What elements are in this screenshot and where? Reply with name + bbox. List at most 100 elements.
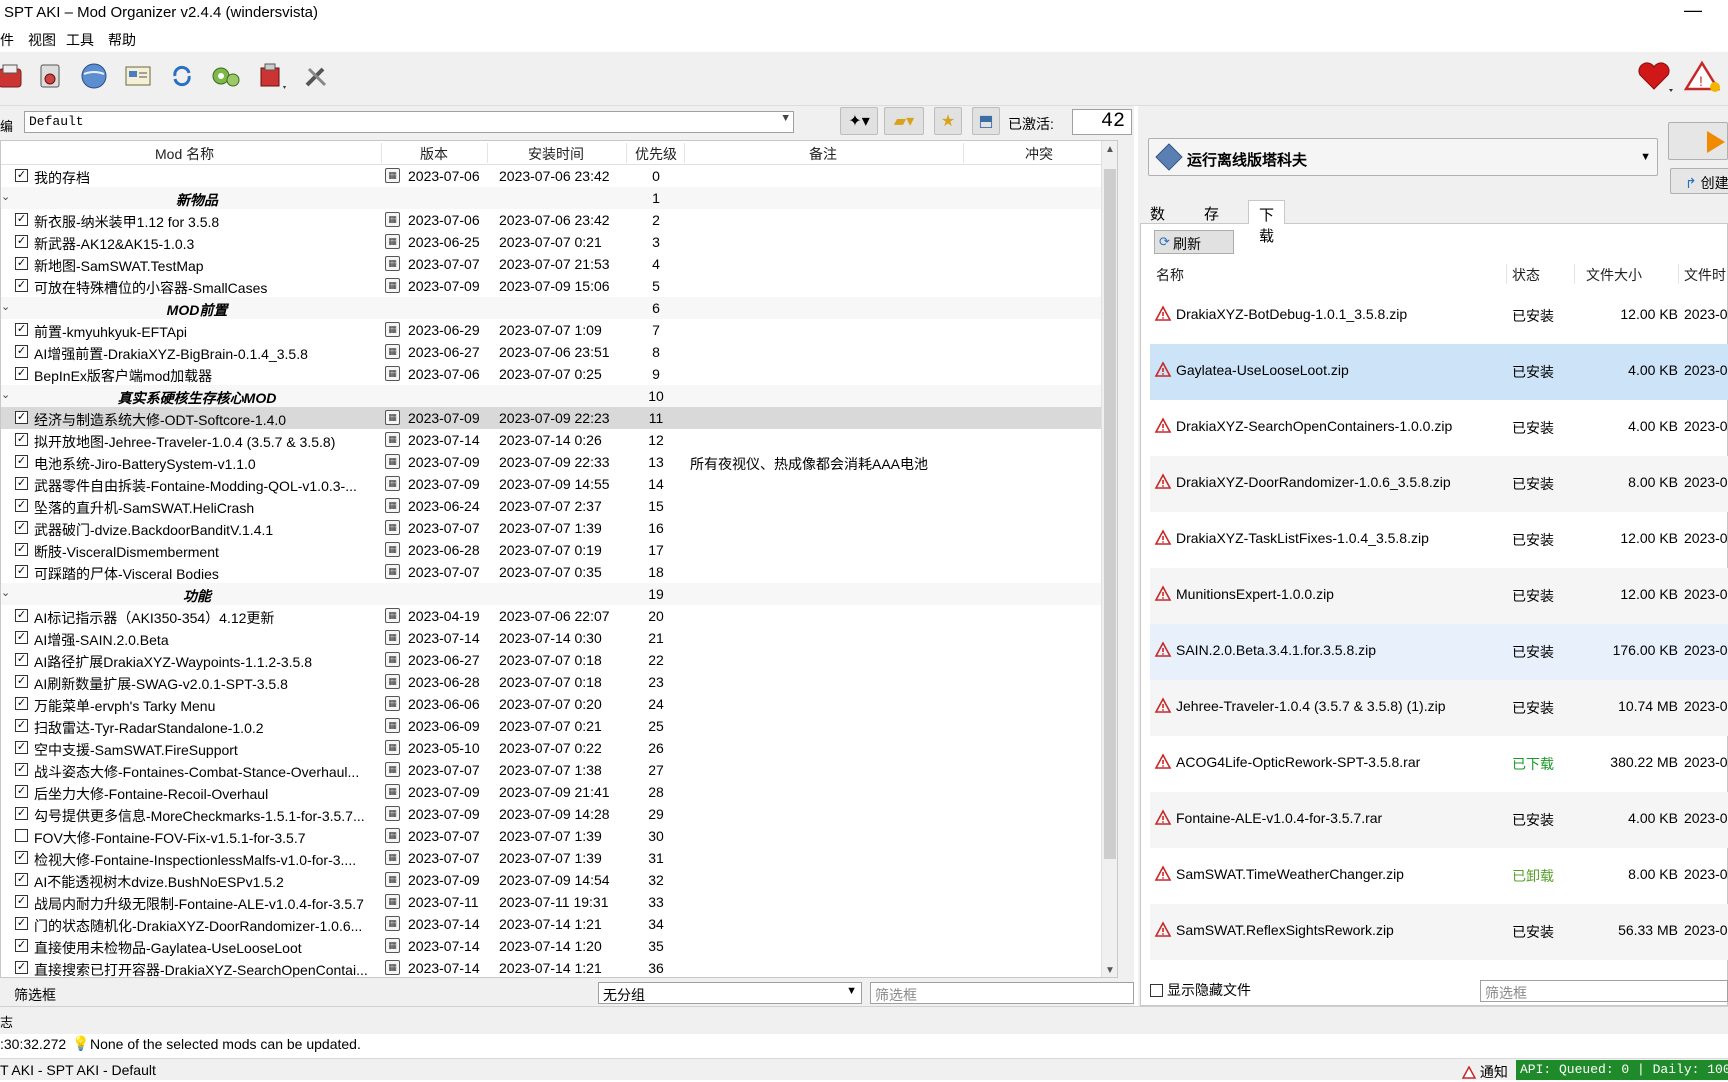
- mod-enabled-checkbox[interactable]: ✓: [15, 521, 28, 534]
- profile-select[interactable]: Default ▼: [24, 111, 794, 133]
- executable-select[interactable]: 运行离线版塔科夫 ▼: [1148, 138, 1658, 176]
- restore-backup-button[interactable]: ★: [934, 107, 962, 135]
- mod-enabled-checkbox[interactable]: ✓: [15, 939, 28, 952]
- mod-enabled-checkbox[interactable]: ✓: [15, 961, 28, 974]
- mod-enabled-checkbox[interactable]: ✓: [15, 785, 28, 798]
- mod-row[interactable]: ✓ 武器破门-dvize.BackdoorBanditV.1.4.1 ▦ 2023-0…: [1, 517, 1115, 539]
- separator-row[interactable]: ⌄ MOD前置 6: [1, 297, 1115, 319]
- mod-row[interactable]: ✓ 检视大修-Fontaine-InspectionlessMalfs-v1.0-…: [1, 847, 1115, 869]
- mod-row[interactable]: ✓ AI标记指示器（AKI350-354）4.12更新 ▦ 2023-04-19 202…: [1, 605, 1115, 627]
- mod-filter-input[interactable]: 筛选框: [870, 982, 1134, 1004]
- mod-row[interactable]: ✓ 电池系统-Jiro-BatterySystem-v1.1.0 ▦ 2023-07-…: [1, 451, 1115, 473]
- column-notes[interactable]: 备注: [809, 144, 837, 164]
- mod-row[interactable]: ✓ 勾号提供更多信息-MoreCheckmarks-1.5.1-for-3.5.7…: [1, 803, 1115, 825]
- mod-enabled-checkbox[interactable]: ✓: [15, 851, 28, 864]
- mod-enabled-checkbox[interactable]: ✓: [15, 257, 28, 270]
- mod-enabled-checkbox[interactable]: ✓: [15, 213, 28, 226]
- column-conflicts[interactable]: 冲突: [1025, 144, 1053, 164]
- mod-row[interactable]: ✓ AI刷新数量扩展-SWAG-v2.0.1-SPT-3.5.8 ▦ 2023-06-…: [1, 671, 1115, 693]
- mod-enabled-checkbox[interactable]: ✓: [15, 675, 28, 688]
- mod-row[interactable]: ✓ 断肢-VisceralDismemberment ▦ 2023-06-28 2023…: [1, 539, 1115, 561]
- refresh-icon[interactable]: [164, 58, 200, 94]
- wrench-icon[interactable]: [298, 58, 334, 94]
- mod-enabled-checkbox[interactable]: ✓: [15, 697, 28, 710]
- mod-row[interactable]: ✓ AI不能透视树木dvize.BushNoESPv1.5.2 ▦ 2023-07-0…: [1, 869, 1115, 891]
- mod-enabled-checkbox[interactable]: [15, 829, 28, 842]
- download-row[interactable]: DrakiaXYZ-BotDebug-1.0.1_3.5.8.zip 已安装 12.…: [1150, 288, 1728, 344]
- mod-enabled-checkbox[interactable]: ✓: [15, 565, 28, 578]
- mod-enabled-checkbox[interactable]: ✓: [15, 323, 28, 336]
- mod-row[interactable]: ✓ BepInEx版客户端mod加载器 ▦ 2023-07-06 2023-07-07 …: [1, 363, 1115, 385]
- mod-enabled-checkbox[interactable]: ✓: [15, 719, 28, 732]
- mod-row[interactable]: ✓ 可放在特殊槽位的小容器-SmallCases ▦ 2023-07-09 2023-0…: [1, 275, 1115, 297]
- mod-row[interactable]: FOV大修-Fontaine-FOV-Fix-v1.5.1-for-3.5.7 ▦…: [1, 825, 1115, 847]
- separator-row[interactable]: ⌄ 功能 19: [1, 583, 1115, 605]
- mod-row[interactable]: ✓ 直接搜索已打开容器-DrakiaXYZ-SearchOpenContai...…: [1, 957, 1115, 977]
- mod-row[interactable]: ✓ 直接使用未检物品-Gaylatea-UseLooseLoot ▦ 2023-07-…: [1, 935, 1115, 957]
- download-row[interactable]: Gaylatea-UseLooseLoot.zip 已安装 4.00 KB 2023-…: [1150, 344, 1728, 400]
- mod-row[interactable]: ✓ 新衣服-纳米装甲1.12 for 3.5.8 ▦ 2023-07-06 2023-0…: [1, 209, 1115, 231]
- problems-warning-icon[interactable]: !: [1682, 58, 1726, 94]
- mod-enabled-checkbox[interactable]: ✓: [15, 433, 28, 446]
- mod-row[interactable]: ✓ 后坐力大修-Fontaine-Recoil-Overhaul ▦ 2023-07-…: [1, 781, 1115, 803]
- mod-enabled-checkbox[interactable]: ✓: [15, 455, 28, 468]
- mod-row[interactable]: ✓ 战斗姿态大修-Fontaines-Combat-Stance-Overhaul…: [1, 759, 1115, 781]
- mod-row[interactable]: ✓ 扫敌雷达-Tyr-RadarStandalone-1.0.2 ▦ 2023-06-…: [1, 715, 1115, 737]
- tab-data[interactable]: 数据: [1140, 200, 1175, 244]
- heart-icon[interactable]: [1632, 58, 1676, 94]
- column-filetime[interactable]: 文件时: [1684, 265, 1726, 285]
- refresh-downloads-button[interactable]: ⟳ 刷新: [1154, 230, 1234, 254]
- tools-icon[interactable]: [254, 58, 290, 94]
- column-filesize[interactable]: 文件大小: [1586, 265, 1642, 285]
- download-row[interactable]: Jehree-Traveler-1.0.4 (3.5.7 & 3.5.8) (1…: [1150, 680, 1728, 736]
- scroll-down-icon[interactable]: ▼: [1105, 965, 1115, 976]
- mod-row[interactable]: ✓ 门的状态随机化-DrakiaXYZ-DoorRandomizer-1.0.6.…: [1, 913, 1115, 935]
- mod-row[interactable]: ✓ 战局内耐力升级无限制-Fontaine-ALE-v1.0.4-for-3.5.…: [1, 891, 1115, 913]
- mod-list-scrollbar[interactable]: ▲ ▼: [1101, 141, 1117, 977]
- mod-row[interactable]: ✓ 新武器-AK12&AK15-1.0.3 ▦ 2023-06-25 2023-07-0…: [1, 231, 1115, 253]
- mod-enabled-checkbox[interactable]: ✓: [15, 653, 28, 666]
- settings-window-icon[interactable]: [120, 58, 156, 94]
- column-priority[interactable]: 优先级: [635, 144, 677, 164]
- sort-options-button[interactable]: ✦▾: [840, 107, 878, 135]
- create-backup-button[interactable]: ⬒: [972, 107, 1000, 135]
- notifications-button[interactable]: 通知: [1461, 1062, 1508, 1082]
- mod-row[interactable]: ✓ 拟开放地图-Jehree-Traveler-1.0.4 (3.5.7 & 3.…: [1, 429, 1115, 451]
- mod-row[interactable]: ✓ AI路径扩展DrakiaXYZ-Waypoints-1.1.2-3.5.8 ▦ 2…: [1, 649, 1115, 671]
- column-install-time[interactable]: 安装时间: [528, 144, 584, 164]
- download-row[interactable]: MunitionsExpert-1.0.0.zip 已安装 12.00 KB 2023…: [1150, 568, 1728, 624]
- create-shortcut-button[interactable]: ↱ 创建: [1670, 168, 1728, 194]
- mod-row[interactable]: ✓ 武器零件自由拆装-Fontaine-Modding-QOL-v1.0.3-..…: [1, 473, 1115, 495]
- mod-row[interactable]: ✓ 坠落的直升机-SamSWAT.HeliCrash ▦ 2023-06-24 2023…: [1, 495, 1115, 517]
- download-row[interactable]: SamSWAT.ReflexSightsRework.zip 已安装 56.33 M…: [1150, 904, 1728, 960]
- mod-enabled-checkbox[interactable]: ✓: [15, 279, 28, 292]
- download-row[interactable]: ACOG4Life-OpticRework-SPT-3.5.8.rar 已下载 38…: [1150, 736, 1728, 792]
- column-name[interactable]: Mod 名称: [155, 144, 214, 164]
- mod-row[interactable]: ✓ AI增强前置-DrakiaXYZ-BigBrain-0.1.4_3.5.8 ▦ 2…: [1, 341, 1115, 363]
- download-row[interactable]: Fontaine-ALE-v1.0.4-for-3.5.7.rar 已安装 4.00…: [1150, 792, 1728, 848]
- column-status[interactable]: 状态: [1512, 265, 1540, 285]
- minimize-button[interactable]: —: [1684, 0, 1702, 21]
- profiles-icon[interactable]: [0, 58, 28, 94]
- download-row[interactable]: SAIN.2.0.Beta.3.4.1.for.3.5.8.zip 已安装 176.…: [1150, 624, 1728, 680]
- tab-downloads[interactable]: 下载: [1248, 200, 1286, 245]
- menu-view[interactable]: 视图: [28, 30, 56, 50]
- mod-row[interactable]: ✓ 我的存档 ▦ 2023-07-06 2023-07-06 23:42 0: [1, 165, 1115, 187]
- separator-row[interactable]: ⌄ 新物品 1: [1, 187, 1115, 209]
- executables-icon[interactable]: [208, 58, 244, 94]
- mod-enabled-checkbox[interactable]: ✓: [15, 631, 28, 644]
- download-row[interactable]: DrakiaXYZ-SearchOpenContainers-1.0.0.zip…: [1150, 400, 1728, 456]
- menu-tools[interactable]: 工具: [66, 30, 94, 50]
- run-button[interactable]: [1668, 122, 1728, 160]
- mod-row[interactable]: ✓ 新地图-SamSWAT.TestMap ▦ 2023-07-07 2023-07-0…: [1, 253, 1115, 275]
- scrollbar-thumb[interactable]: [1104, 169, 1116, 859]
- mod-row[interactable]: ✓ AI增强-SAIN.2.0.Beta ▦ 2023-07-14 2023-07-14…: [1, 627, 1115, 649]
- mod-enabled-checkbox[interactable]: ✓: [15, 235, 28, 248]
- mod-enabled-checkbox[interactable]: ✓: [15, 169, 28, 182]
- column-filename[interactable]: 名称: [1156, 265, 1184, 285]
- mod-enabled-checkbox[interactable]: ✓: [15, 367, 28, 380]
- mod-enabled-checkbox[interactable]: ✓: [15, 917, 28, 930]
- open-folder-button[interactable]: ▰▾: [884, 107, 924, 135]
- mod-enabled-checkbox[interactable]: ✓: [15, 411, 28, 424]
- mod-row[interactable]: ✓ 前置-kmyuhkyuk-EFTApi ▦ 2023-06-29 2023-07-0…: [1, 319, 1115, 341]
